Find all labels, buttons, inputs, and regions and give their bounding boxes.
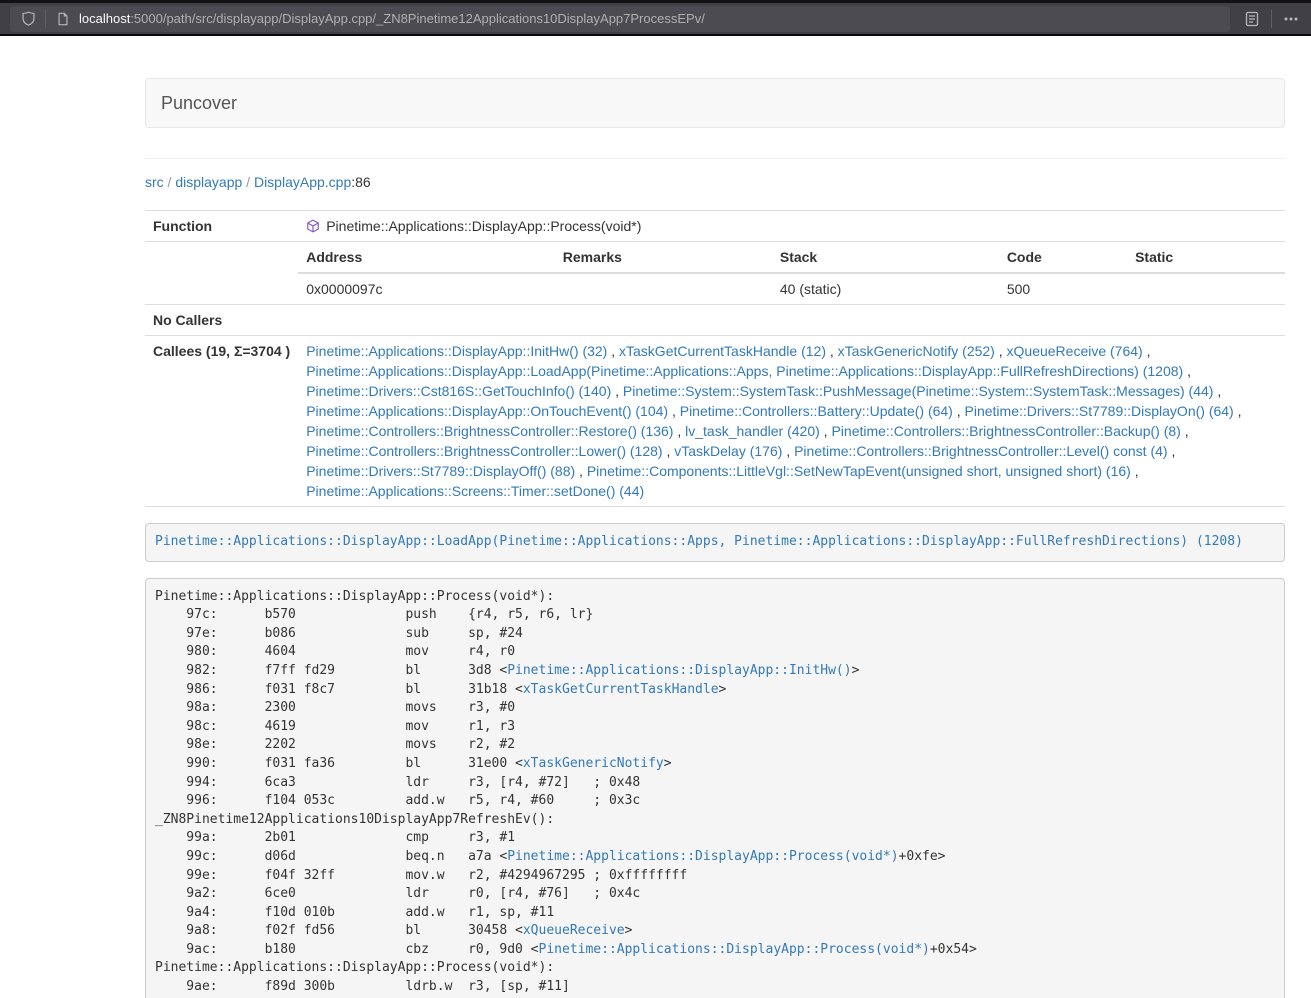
callee-link[interactable]: Pinetime::Controllers::Battery::Update()… [680,403,953,419]
details-cell: AddressRemarksStackCodeStatic 0x0000097c… [298,242,1285,305]
callee-link[interactable]: Pinetime::Applications::Screens::Timer::… [306,483,644,499]
callee-link[interactable]: Pinetime::Controllers::BrightnessControl… [306,443,662,459]
shield-icon[interactable] [18,9,38,29]
remarks-value [555,273,772,304]
column-header: Code [999,242,1127,273]
function-name: Pinetime::Applications::DisplayApp::Proc… [326,218,641,234]
brand-link[interactable]: Puncover [146,93,252,114]
cube-icon [306,218,320,232]
asm-symbol-link[interactable]: Pinetime::Applications::DisplayApp::Proc… [539,942,930,957]
no-callers-label: No Callers [145,305,298,336]
callee-link[interactable]: Pinetime::Controllers::BrightnessControl… [794,443,1167,459]
breadcrumb-link[interactable]: src [145,174,164,190]
asm-symbol-link[interactable]: xTaskGetCurrentTaskHandle [523,682,719,697]
callee-link[interactable]: Pinetime::System::SystemTask::PushMessag… [623,383,1214,399]
static-value [1127,273,1285,304]
no-callers-row: No Callers [145,305,1285,336]
details-header-row: AddressRemarksStackCodeStatic [298,242,1285,273]
column-header: Address [298,242,555,273]
callee-link[interactable]: Pinetime::Applications::DisplayApp::Init… [306,343,607,359]
callees-label: Callees (19, Σ=3704 ) [145,336,298,507]
toolbar-divider [1271,10,1272,28]
details-table: AddressRemarksStackCodeStatic 0x0000097c… [298,242,1285,304]
breadcrumb: src / displayapp / DisplayApp.cpp:86 [145,172,1285,192]
callee-link[interactable]: Pinetime::Drivers::Cst816S::GetTouchInfo… [306,383,611,399]
page-icon[interactable] [53,9,73,29]
url-bar[interactable]: localhost:5000/path/src/displayapp/Displ… [10,6,1230,32]
asm-symbol-link[interactable]: xQueueReceive [523,923,625,938]
breadcrumb-separator: / [242,174,254,190]
callees-row: Callees (19, Σ=3704 ) Pinetime::Applicat… [145,336,1285,507]
callee-link[interactable]: Pinetime::Applications::DisplayApp::Load… [306,363,1183,379]
callee-link[interactable]: xTaskGetCurrentTaskHandle (12) [619,343,826,359]
column-header: Static [1127,242,1285,273]
breadcrumb-separator: / [164,174,176,190]
loadapp-callee-link[interactable]: Pinetime::Applications::DisplayApp::Load… [155,534,1243,549]
page-container: Puncover src / displayapp / DisplayApp.c… [145,78,1285,998]
reader-view-icon[interactable] [1242,9,1262,29]
column-header: Remarks [555,242,772,273]
browser-toolbar: localhost:5000/path/src/displayapp/Displ… [0,0,1311,36]
details-row: AddressRemarksStackCodeStatic 0x0000097c… [145,242,1285,305]
function-label: Function [145,211,298,242]
disassembly-pre: Pinetime::Applications::DisplayApp::Proc… [145,578,1285,998]
overflow-menu-icon[interactable] [1281,9,1301,29]
details-value-row: 0x0000097c 40 (static) 500 [298,273,1285,304]
toolbar-actions [1242,9,1301,29]
selected-callee-pre: Pinetime::Applications::DisplayApp::Load… [145,523,1285,562]
callee-link[interactable]: Pinetime::Applications::DisplayApp::OnTo… [306,403,668,419]
column-header: Stack [772,242,999,273]
breadcrumb-line-number: :86 [351,174,370,190]
callee-link[interactable]: Pinetime::Controllers::BrightnessControl… [831,423,1180,439]
asm-symbol-link[interactable]: Pinetime::Applications::DisplayApp::Init… [507,663,851,678]
asm-symbol-link[interactable]: xTaskGenericNotify [523,756,664,771]
callee-link[interactable]: xTaskGenericNotify (252) [838,343,995,359]
breadcrumb-link[interactable]: displayapp [175,174,242,190]
divider-rule [145,158,1285,159]
toolbar-divider [45,10,46,28]
asm-symbol-link[interactable]: Pinetime::Applications::DisplayApp::Proc… [507,849,898,864]
stack-value: 40 (static) [772,273,999,304]
callee-link[interactable]: Pinetime::Controllers::BrightnessControl… [306,423,673,439]
details-label-spacer [145,242,298,305]
callee-link[interactable]: lv_task_handler (420) [685,423,820,439]
no-callers-cell [298,305,1285,336]
callee-link[interactable]: Pinetime::Drivers::St7789::DisplayOff() … [306,463,575,479]
function-cell: Pinetime::Applications::DisplayApp::Proc… [298,211,1285,242]
callees-cell: Pinetime::Applications::DisplayApp::Init… [298,336,1285,507]
address-value: 0x0000097c [298,273,555,304]
function-row: Function Pinetime::Applications::Display… [145,211,1285,242]
breadcrumb-link[interactable]: DisplayApp.cpp [254,174,351,190]
navbar: Puncover [145,78,1285,128]
url-text[interactable]: localhost:5000/path/src/displayapp/Displ… [79,11,705,26]
url-path: :5000/path/src/displayapp/DisplayApp.cpp… [130,11,705,26]
url-host: localhost [79,11,130,26]
callee-link[interactable]: Pinetime::Components::LittleVgl::SetNewT… [587,463,1131,479]
callee-link[interactable]: vTaskDelay (176) [674,443,782,459]
callee-link[interactable]: xQueueReceive (764) [1007,343,1143,359]
callee-link[interactable]: Pinetime::Drivers::St7789::DisplayOn() (… [965,403,1234,419]
code-value: 500 [999,273,1127,304]
symbol-table: Function Pinetime::Applications::Display… [145,210,1285,507]
